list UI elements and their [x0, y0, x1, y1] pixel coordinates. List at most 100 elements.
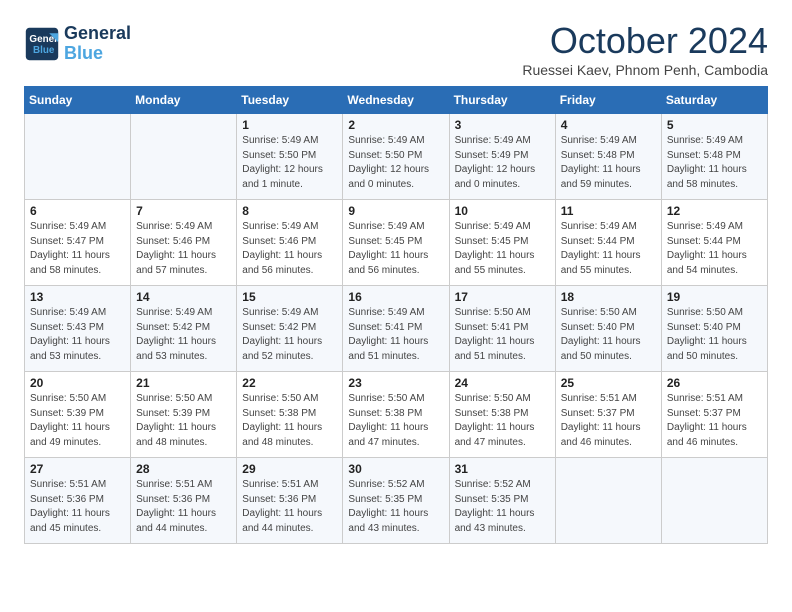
day-detail: Sunrise: 5:50 AM Sunset: 5:38 PM Dayligh…	[242, 392, 337, 450]
day-detail: Sunrise: 5:51 AM Sunset: 5:36 PM Dayligh…	[30, 478, 125, 536]
day-cell: 31 Sunrise: 5:52 AM Sunset: 5:35 PM Dayli…	[449, 458, 555, 544]
logo-text: General Blue	[64, 24, 131, 64]
day-number: 20	[30, 376, 125, 390]
calendar-table: SundayMondayTuesdayWednesdayThursdayFrid…	[24, 86, 768, 544]
day-cell	[131, 114, 237, 200]
svg-text:Blue: Blue	[33, 45, 55, 56]
day-detail: Sunrise: 5:49 AM Sunset: 5:45 PM Dayligh…	[348, 220, 443, 278]
day-detail: Sunrise: 5:49 AM Sunset: 5:46 PM Dayligh…	[242, 220, 337, 278]
col-header-wednesday: Wednesday	[343, 87, 449, 114]
day-detail: Sunrise: 5:50 AM Sunset: 5:39 PM Dayligh…	[136, 392, 231, 450]
col-header-tuesday: Tuesday	[237, 87, 343, 114]
day-detail: Sunrise: 5:51 AM Sunset: 5:37 PM Dayligh…	[667, 392, 762, 450]
day-number: 6	[30, 204, 125, 218]
day-number: 30	[348, 462, 443, 476]
title-area: October 2024 Ruessei Kaev, Phnom Penh, C…	[522, 20, 768, 78]
day-cell: 24 Sunrise: 5:50 AM Sunset: 5:38 PM Dayli…	[449, 372, 555, 458]
day-cell: 18 Sunrise: 5:50 AM Sunset: 5:40 PM Dayli…	[555, 286, 661, 372]
day-cell: 29Sunrise: 5:51 AM Sunset: 5:36 PM Dayli…	[237, 458, 343, 544]
day-detail: Sunrise: 5:49 AM Sunset: 5:48 PM Dayligh…	[561, 134, 656, 192]
day-detail: Sunrise: 5:50 AM Sunset: 5:41 PM Dayligh…	[455, 306, 550, 364]
week-row-1: 1 Sunrise: 5:49 AM Sunset: 5:50 PM Daylig…	[25, 114, 768, 200]
week-row-5: 27 Sunrise: 5:51 AM Sunset: 5:36 PM Dayli…	[25, 458, 768, 544]
day-detail: Sunrise: 5:50 AM Sunset: 5:39 PM Dayligh…	[30, 392, 125, 450]
subtitle: Ruessei Kaev, Phnom Penh, Cambodia	[522, 62, 768, 78]
col-header-sunday: Sunday	[25, 87, 131, 114]
day-detail: Sunrise: 5:49 AM Sunset: 5:46 PM Dayligh…	[136, 220, 231, 278]
week-row-2: 6 Sunrise: 5:49 AM Sunset: 5:47 PM Daylig…	[25, 200, 768, 286]
day-number: 24	[455, 376, 550, 390]
day-cell: 22 Sunrise: 5:50 AM Sunset: 5:38 PM Dayli…	[237, 372, 343, 458]
day-number: 4	[561, 118, 656, 132]
day-cell: 9 Sunrise: 5:49 AM Sunset: 5:45 PM Daylig…	[343, 200, 449, 286]
day-cell: 14 Sunrise: 5:49 AM Sunset: 5:42 PM Dayli…	[131, 286, 237, 372]
day-detail: Sunrise: 5:50 AM Sunset: 5:40 PM Dayligh…	[561, 306, 656, 364]
day-cell: 3Sunrise: 5:49 AM Sunset: 5:49 PM Daylig…	[449, 114, 555, 200]
day-number: 16	[348, 290, 443, 304]
day-cell: 19Sunrise: 5:50 AM Sunset: 5:40 PM Dayli…	[661, 286, 767, 372]
day-detail: Sunrise: 5:49 AM Sunset: 5:50 PM Dayligh…	[348, 134, 443, 192]
day-cell	[555, 458, 661, 544]
week-row-4: 20 Sunrise: 5:50 AM Sunset: 5:39 PM Dayli…	[25, 372, 768, 458]
day-cell: 21 Sunrise: 5:50 AM Sunset: 5:39 PM Dayli…	[131, 372, 237, 458]
day-detail: Sunrise: 5:50 AM Sunset: 5:38 PM Dayligh…	[455, 392, 550, 450]
day-detail: Sunrise: 5:52 AM Sunset: 5:35 PM Dayligh…	[348, 478, 443, 536]
day-number: 25	[561, 376, 656, 390]
day-number: 10	[455, 204, 550, 218]
day-cell: 10 Sunrise: 5:49 AM Sunset: 5:45 PM Dayli…	[449, 200, 555, 286]
day-number: 18	[561, 290, 656, 304]
day-number: 2	[348, 118, 443, 132]
day-number: 5	[667, 118, 762, 132]
day-number: 3	[455, 118, 550, 132]
col-header-thursday: Thursday	[449, 87, 555, 114]
week-row-3: 13 Sunrise: 5:49 AM Sunset: 5:43 PM Dayli…	[25, 286, 768, 372]
day-detail: Sunrise: 5:49 AM Sunset: 5:43 PM Dayligh…	[30, 306, 125, 364]
day-number: 12	[667, 204, 762, 218]
day-cell: 1 Sunrise: 5:49 AM Sunset: 5:50 PM Daylig…	[237, 114, 343, 200]
day-detail: Sunrise: 5:49 AM Sunset: 5:42 PM Dayligh…	[136, 306, 231, 364]
day-cell: 17Sunrise: 5:50 AM Sunset: 5:41 PM Dayli…	[449, 286, 555, 372]
day-cell: 13 Sunrise: 5:49 AM Sunset: 5:43 PM Dayli…	[25, 286, 131, 372]
day-cell: 23 Sunrise: 5:50 AM Sunset: 5:38 PM Dayli…	[343, 372, 449, 458]
day-number: 13	[30, 290, 125, 304]
day-cell: 26 Sunrise: 5:51 AM Sunset: 5:37 PM Dayli…	[661, 372, 767, 458]
day-number: 22	[242, 376, 337, 390]
day-detail: Sunrise: 5:49 AM Sunset: 5:42 PM Dayligh…	[242, 306, 337, 364]
day-number: 31	[455, 462, 550, 476]
day-cell: 8 Sunrise: 5:49 AM Sunset: 5:46 PM Daylig…	[237, 200, 343, 286]
day-cell: 5Sunrise: 5:49 AM Sunset: 5:48 PM Daylig…	[661, 114, 767, 200]
day-detail: Sunrise: 5:51 AM Sunset: 5:36 PM Dayligh…	[242, 478, 337, 536]
day-detail: Sunrise: 5:51 AM Sunset: 5:37 PM Dayligh…	[561, 392, 656, 450]
day-number: 14	[136, 290, 231, 304]
day-detail: Sunrise: 5:49 AM Sunset: 5:45 PM Dayligh…	[455, 220, 550, 278]
day-number: 1	[242, 118, 337, 132]
day-detail: Sunrise: 5:49 AM Sunset: 5:44 PM Dayligh…	[667, 220, 762, 278]
day-cell	[25, 114, 131, 200]
day-number: 11	[561, 204, 656, 218]
day-cell: 6 Sunrise: 5:49 AM Sunset: 5:47 PM Daylig…	[25, 200, 131, 286]
day-number: 23	[348, 376, 443, 390]
col-header-friday: Friday	[555, 87, 661, 114]
day-detail: Sunrise: 5:49 AM Sunset: 5:47 PM Dayligh…	[30, 220, 125, 278]
day-number: 9	[348, 204, 443, 218]
day-number: 27	[30, 462, 125, 476]
day-number: 26	[667, 376, 762, 390]
day-cell: 12 Sunrise: 5:49 AM Sunset: 5:44 PM Dayli…	[661, 200, 767, 286]
day-cell: 20 Sunrise: 5:50 AM Sunset: 5:39 PM Dayli…	[25, 372, 131, 458]
day-cell: 15 Sunrise: 5:49 AM Sunset: 5:42 PM Dayli…	[237, 286, 343, 372]
day-detail: Sunrise: 5:50 AM Sunset: 5:38 PM Dayligh…	[348, 392, 443, 450]
day-detail: Sunrise: 5:49 AM Sunset: 5:41 PM Dayligh…	[348, 306, 443, 364]
day-cell: 4 Sunrise: 5:49 AM Sunset: 5:48 PM Daylig…	[555, 114, 661, 200]
day-number: 21	[136, 376, 231, 390]
header-row: SundayMondayTuesdayWednesdayThursdayFrid…	[25, 87, 768, 114]
day-detail: Sunrise: 5:49 AM Sunset: 5:50 PM Dayligh…	[242, 134, 337, 192]
day-detail: Sunrise: 5:52 AM Sunset: 5:35 PM Dayligh…	[455, 478, 550, 536]
day-cell	[661, 458, 767, 544]
day-number: 15	[242, 290, 337, 304]
day-number: 28	[136, 462, 231, 476]
day-cell: 27 Sunrise: 5:51 AM Sunset: 5:36 PM Dayli…	[25, 458, 131, 544]
day-cell: 28Sunrise: 5:51 AM Sunset: 5:36 PM Dayli…	[131, 458, 237, 544]
day-number: 19	[667, 290, 762, 304]
day-number: 8	[242, 204, 337, 218]
day-cell: 7Sunrise: 5:49 AM Sunset: 5:46 PM Daylig…	[131, 200, 237, 286]
